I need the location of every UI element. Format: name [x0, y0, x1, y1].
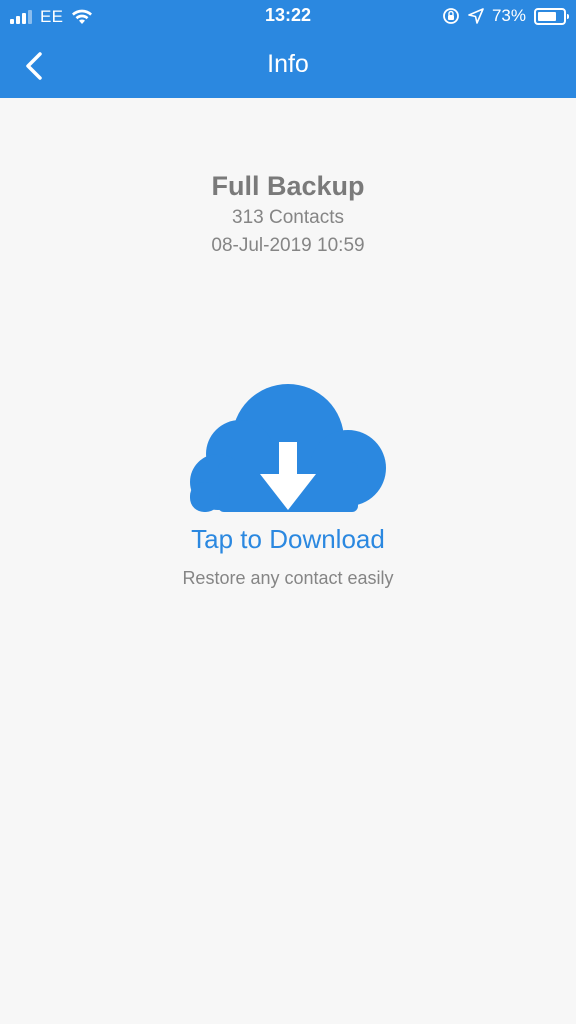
battery-percent: 73% [491, 6, 526, 25]
backup-title: Full Backup [211, 171, 365, 201]
backup-date: 08-Jul-2019 10:59 [211, 235, 365, 256]
top-bar: EE 13:22 73% Info [0, 0, 576, 98]
cloud-download-icon[interactable] [188, 382, 388, 514]
backup-contact-count: 313 Contacts [232, 207, 344, 228]
battery-fill [538, 11, 556, 21]
status-right: 73% [442, 5, 569, 27]
battery-icon [534, 7, 569, 25]
backup-info: Full Backup 313 Contacts 08-Jul-2019 10:… [0, 168, 576, 260]
download-label[interactable]: Tap to Download [138, 523, 438, 555]
orientation-lock-icon [443, 8, 459, 24]
page-title: Info [267, 50, 309, 78]
nav-bar: Info [0, 34, 576, 98]
location-icon [468, 8, 484, 24]
download-button[interactable]: Tap to Download Restore any contact easi… [138, 380, 438, 600]
download-subtitle: Restore any contact easily [182, 568, 394, 588]
status-bar: EE 13:22 73% [0, 0, 576, 34]
